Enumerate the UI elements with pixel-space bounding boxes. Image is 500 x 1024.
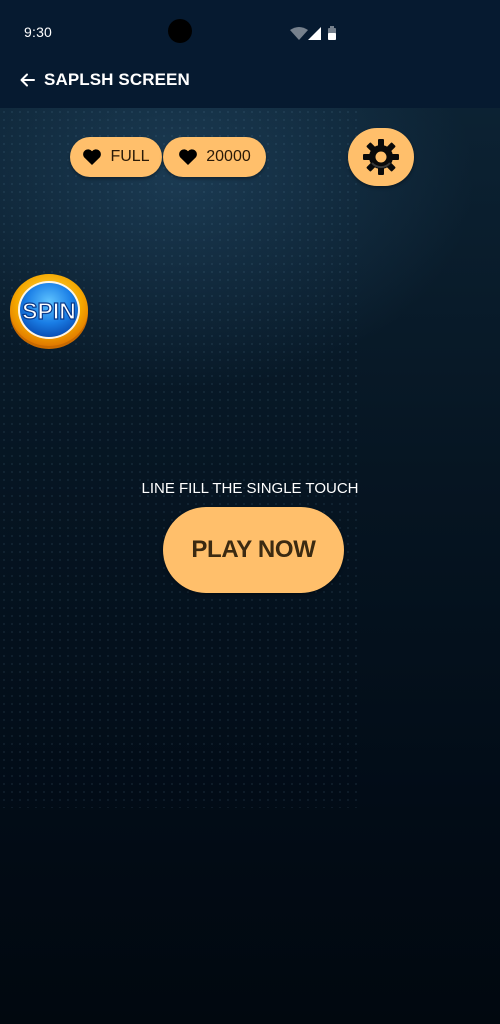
tagline: LINE FILL THE SINGLE TOUCH xyxy=(141,480,359,497)
lives-badge[interactable]: FULL xyxy=(70,137,162,177)
spin-label: SPIN xyxy=(22,298,76,324)
page-title: SAPLSH SCREEN xyxy=(44,70,190,89)
back-arrow-icon[interactable] xyxy=(18,70,38,90)
status-time: 9:30 xyxy=(24,24,53,40)
coins-badge[interactable]: 20000 xyxy=(163,137,266,177)
lives-label: FULL xyxy=(110,148,150,165)
status-bar: 9:30 xyxy=(0,0,500,56)
play-now-button[interactable]: PLAY NOW xyxy=(163,507,344,593)
background-pattern xyxy=(0,108,360,808)
camera-notch xyxy=(168,19,192,43)
spin-button[interactable]: SPIN xyxy=(9,273,89,349)
heart-icon xyxy=(179,149,198,165)
game-area: FULL 20000 SPIN LINE FILL THE SINGLE TOU… xyxy=(0,108,500,1024)
app-bar: SAPLSH SCREEN xyxy=(0,56,500,108)
signal-icon xyxy=(308,27,321,40)
coins-value: 20000 xyxy=(206,148,251,165)
settings-button[interactable] xyxy=(348,128,414,186)
gear-icon xyxy=(363,139,399,175)
heart-icon xyxy=(83,149,102,165)
battery-icon xyxy=(328,26,336,40)
wifi-icon xyxy=(290,27,308,40)
status-icons xyxy=(290,26,340,42)
